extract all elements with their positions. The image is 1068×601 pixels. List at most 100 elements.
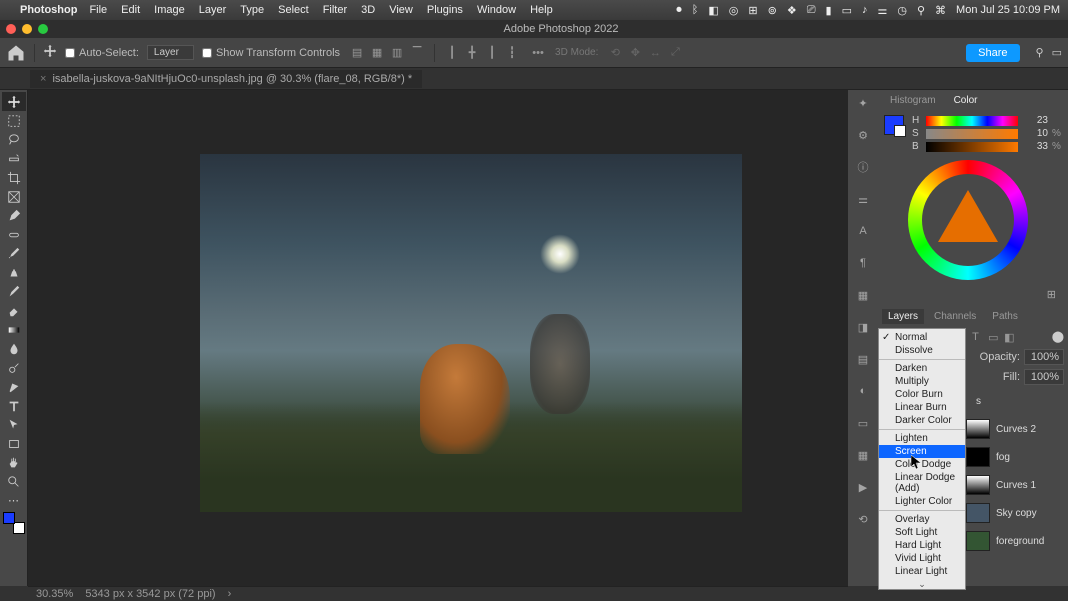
document-canvas[interactable] xyxy=(200,154,742,512)
align-top-icon[interactable]: ▔ xyxy=(408,45,426,61)
status-sliders-icon[interactable]: ⚌ xyxy=(878,4,888,17)
tab-histogram[interactable]: Histogram xyxy=(882,92,944,109)
blend-mode-darken[interactable]: Darken xyxy=(879,362,965,375)
status-dropbox-icon[interactable]: ❖ xyxy=(787,4,797,17)
distribute-spacing-icon[interactable]: ┇ xyxy=(503,45,521,61)
menu-edit[interactable]: Edit xyxy=(121,4,140,16)
panel-icon-brush-settings[interactable]: ⚙ xyxy=(853,126,873,144)
panel-icon-styles[interactable]: ▭ xyxy=(853,414,873,432)
status-music-icon[interactable]: ♪ xyxy=(862,4,868,16)
tab-layers[interactable]: Layers xyxy=(882,309,924,324)
panel-icon-brushes[interactable]: ✦ xyxy=(853,94,873,112)
more-icon[interactable]: ••• xyxy=(529,45,547,61)
distribute-center-icon[interactable]: ╋ xyxy=(463,45,481,61)
status-search-icon[interactable]: ⚲ xyxy=(917,4,925,17)
status-camera-icon[interactable]: ◧ xyxy=(708,4,718,17)
app-menu[interactable]: Photoshop xyxy=(20,4,77,16)
blend-mode-overlay[interactable]: Overlay xyxy=(879,513,965,526)
panel-add-icon[interactable]: ⊞ xyxy=(1047,288,1056,301)
window-minimize-button[interactable] xyxy=(22,24,32,34)
close-icon[interactable]: × xyxy=(40,73,46,85)
panel-icon-properties[interactable]: ⚌ xyxy=(853,190,873,208)
zoom-tool[interactable] xyxy=(2,472,26,491)
status-wifi-icon[interactable]: ⊚ xyxy=(768,4,777,17)
type-tool[interactable] xyxy=(2,396,26,415)
share-button[interactable]: Share xyxy=(966,44,1019,62)
lasso-tool[interactable] xyxy=(2,130,26,149)
panel-icon-info[interactable]: ⓘ xyxy=(853,158,873,176)
blend-mode-darker-color[interactable]: Darker Color xyxy=(879,414,965,427)
status-clock-icon[interactable]: ◷ xyxy=(897,4,907,17)
blend-mode-screen[interactable]: Screen xyxy=(879,445,965,458)
sat-value[interactable]: 10 xyxy=(1022,128,1048,139)
color-wheel[interactable] xyxy=(908,160,1038,280)
bri-slider[interactable] xyxy=(926,142,1018,152)
panel-icon-adjustments[interactable]: ◐ xyxy=(853,382,873,400)
doc-info[interactable]: 5343 px x 3542 px (72 ppi) xyxy=(85,588,215,600)
blend-mode-dropdown[interactable]: NormalDissolve DarkenMultiplyColor Burn Li… xyxy=(878,328,966,590)
home-button[interactable] xyxy=(6,44,26,62)
bri-value[interactable]: 33 xyxy=(1022,141,1048,152)
edit-toolbar[interactable]: ⋯ xyxy=(2,491,26,510)
foreground-background-color[interactable] xyxy=(3,512,25,534)
pen-tool[interactable] xyxy=(2,377,26,396)
hue-slider[interactable] xyxy=(926,116,1018,126)
layer-mask-thumb[interactable] xyxy=(966,419,990,439)
panel-icon-paragraph[interactable]: ¶ xyxy=(853,254,873,272)
clone-stamp-tool[interactable] xyxy=(2,263,26,282)
menu-plugins[interactable]: Plugins xyxy=(427,4,463,16)
layer-mask-thumb[interactable] xyxy=(966,531,990,551)
search-icon[interactable]: ⚲ xyxy=(1036,46,1044,59)
chevron-down-icon[interactable]: ⌄ xyxy=(879,578,965,590)
filter-smart-icon[interactable]: ◧ xyxy=(1004,331,1016,343)
blend-mode-dissolve[interactable]: Dissolve xyxy=(879,344,965,357)
menu-layer[interactable]: Layer xyxy=(199,4,227,16)
menu-image[interactable]: Image xyxy=(154,4,185,16)
filter-toggle[interactable]: ⬤ xyxy=(1052,330,1064,343)
blend-mode-multiply[interactable]: Multiply xyxy=(879,375,965,388)
status-display-icon[interactable]: ▭ xyxy=(842,4,852,17)
color-swatch[interactable] xyxy=(884,115,904,135)
status-apps-icon[interactable]: ⊞ xyxy=(748,4,757,17)
window-close-button[interactable] xyxy=(6,24,16,34)
status-screen-icon[interactable]: ⎚ xyxy=(807,4,816,17)
layer-mask-thumb[interactable] xyxy=(966,447,990,467)
menu-file[interactable]: File xyxy=(89,4,107,16)
status-bookmark-icon[interactable]: ▮ xyxy=(826,4,832,17)
quick-selection-tool[interactable] xyxy=(2,149,26,168)
hue-value[interactable]: 23 xyxy=(1022,115,1048,126)
tab-paths[interactable]: Paths xyxy=(986,309,1024,324)
filter-shape-icon[interactable]: ▭ xyxy=(988,331,1000,343)
eyedropper-tool[interactable] xyxy=(2,206,26,225)
blend-mode-normal[interactable]: Normal xyxy=(879,331,965,344)
auto-select-target[interactable]: Layer xyxy=(147,45,194,60)
move-tool-icon[interactable] xyxy=(43,44,57,61)
menu-view[interactable]: View xyxy=(389,4,413,16)
document-tab[interactable]: × isabella-juskova-9aNItHjuOc0-unsplash.… xyxy=(30,70,422,88)
blend-mode-soft-light[interactable]: Soft Light xyxy=(879,526,965,539)
menu-filter[interactable]: Filter xyxy=(323,4,347,16)
brush-tool[interactable] xyxy=(2,244,26,263)
zoom-level[interactable]: 30.35% xyxy=(36,588,73,600)
blend-mode-lighten[interactable]: Lighten xyxy=(879,432,965,445)
blend-mode-vivid-light[interactable]: Vivid Light xyxy=(879,552,965,565)
workspace-icon[interactable]: ▭ xyxy=(1052,46,1062,59)
menu-select[interactable]: Select xyxy=(278,4,309,16)
blend-mode-color-burn[interactable]: Color Burn xyxy=(879,388,965,401)
panel-icon-gradients[interactable]: ◨ xyxy=(853,318,873,336)
move-tool[interactable] xyxy=(2,92,26,111)
tab-color[interactable]: Color xyxy=(946,92,986,109)
menu-3d[interactable]: 3D xyxy=(361,4,375,16)
panel-icon-patterns[interactable]: ▤ xyxy=(853,350,873,368)
window-maximize-button[interactable] xyxy=(38,24,48,34)
gradient-tool[interactable] xyxy=(2,320,26,339)
menubar-clock[interactable]: Mon Jul 25 10:09 PM xyxy=(956,4,1060,16)
chevron-right-icon[interactable]: › xyxy=(228,588,232,600)
layer-mask-thumb[interactable] xyxy=(966,475,990,495)
align-right-icon[interactable]: ▥ xyxy=(388,45,406,61)
hand-tool[interactable] xyxy=(2,453,26,472)
menu-type[interactable]: Type xyxy=(240,4,264,16)
status-adobe-icon[interactable]: ◎ xyxy=(729,4,739,17)
blur-tool[interactable] xyxy=(2,339,26,358)
history-brush-tool[interactable] xyxy=(2,282,26,301)
